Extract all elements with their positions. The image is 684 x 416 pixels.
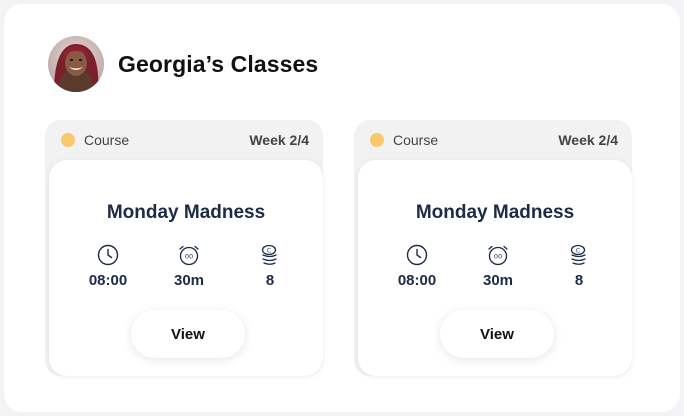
page-title: Georgia’s Classes (118, 50, 319, 77)
classes-panel: Georgia’s Classes Course Week 2/4 Monday… (4, 4, 680, 412)
card-header: Course Week 2/4 (354, 120, 632, 160)
course-card: Course Week 2/4 Monday Madness 08:00 00 … (45, 120, 323, 376)
coins-icon: C (261, 244, 277, 265)
avatar[interactable] (48, 36, 104, 92)
stat-value: 8 (574, 272, 584, 289)
svg-text:00: 00 (494, 253, 502, 261)
stat-credits: C 8 (233, 244, 307, 289)
clock-icon (406, 244, 428, 266)
page-header: Georgia’s Classes (48, 36, 318, 92)
week-progress: Week 2/4 (558, 132, 618, 148)
card-body: Monday Madness 08:00 00 30m C 8 View (358, 160, 632, 376)
clock-icon (97, 244, 119, 266)
class-stats: 08:00 00 30m C 8 (71, 244, 307, 289)
alarm-icon: 00 (488, 245, 508, 266)
week-progress: Week 2/4 (249, 132, 309, 148)
svg-text:C: C (267, 248, 271, 255)
course-dot-icon (370, 133, 384, 147)
stat-value: 8 (265, 272, 275, 289)
stat-value: 08:00 (88, 272, 128, 289)
view-button[interactable]: View (440, 310, 554, 358)
stat-credits: C 8 (542, 244, 616, 289)
svg-text:C: C (576, 248, 580, 255)
stat-time: 08:00 (71, 244, 145, 289)
stat-duration: 00 30m (461, 244, 535, 289)
stat-time: 08:00 (380, 244, 454, 289)
course-tag: Course (393, 132, 439, 148)
view-button[interactable]: View (131, 310, 245, 358)
stat-duration: 00 30m (152, 244, 226, 289)
course-dot-icon (61, 133, 75, 147)
stat-value: 30m (173, 272, 205, 289)
card-header: Course Week 2/4 (45, 120, 323, 160)
course-card: Course Week 2/4 Monday Madness 08:00 00 … (354, 120, 632, 376)
class-stats: 08:00 00 30m C 8 (380, 244, 616, 289)
stat-value: 08:00 (397, 272, 437, 289)
svg-text:00: 00 (185, 253, 193, 261)
alarm-icon: 00 (179, 245, 199, 266)
coins-icon: C (570, 244, 586, 265)
class-name: Monday Madness (415, 202, 575, 223)
class-name: Monday Madness (106, 202, 266, 223)
card-body: Monday Madness 08:00 00 30m C 8 View (49, 160, 323, 376)
user-avatar-icon (48, 36, 104, 92)
stat-value: 30m (482, 272, 514, 289)
course-tag: Course (84, 132, 130, 148)
